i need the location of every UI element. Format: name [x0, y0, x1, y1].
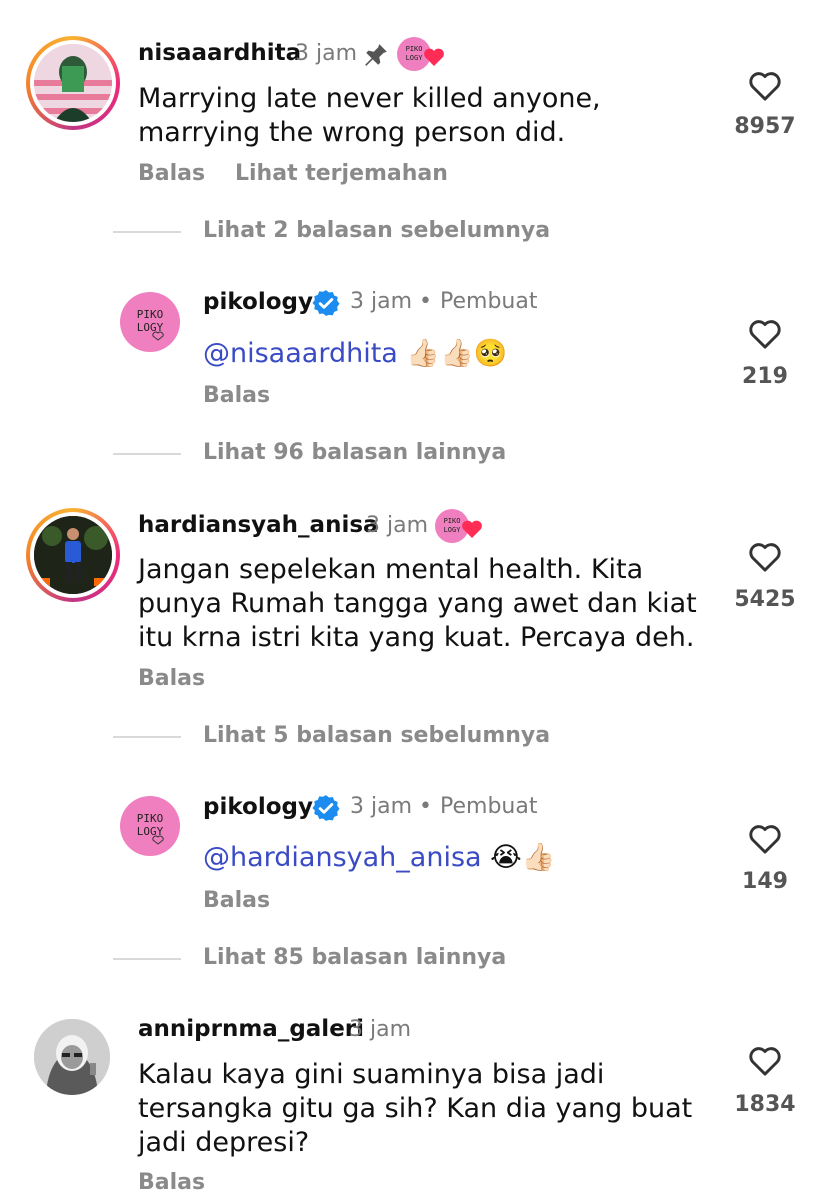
comment-text: @hardiansyah_anisa 😭👍🏻 — [203, 841, 555, 875]
comment-time: 3 jam — [295, 41, 358, 66]
avatar — [34, 516, 112, 594]
reply-button[interactable]: Balas — [138, 161, 205, 186]
like-count: 149 — [742, 869, 788, 894]
separator-dot: • — [419, 289, 432, 314]
comment-text: @nisaaardhita 👍🏻👍🏻🥺 — [203, 337, 507, 371]
reply-button[interactable]: Balas — [203, 383, 270, 408]
avatar[interactable] — [34, 1019, 110, 1095]
view-more-replies-button[interactable]: Lihat 96 balasan lainnya — [203, 440, 506, 465]
reply-button[interactable]: Balas — [203, 888, 270, 913]
heart-outline-icon[interactable] — [747, 318, 783, 354]
thread-divider — [113, 736, 181, 738]
comment-time: 3 jam — [366, 513, 429, 538]
emoji-text: 👍🏻👍🏻🥺 — [406, 338, 508, 369]
comment-text: Kalau kaya gini suaminya bisa jadi tersa… — [138, 1059, 693, 1158]
verified-badge-icon — [312, 794, 340, 826]
logo-line2: LOGY — [444, 526, 462, 534]
comment-text: Marrying late never killed anyone, marry… — [138, 83, 601, 148]
creator-label: Pembuat — [440, 289, 538, 314]
comment-username[interactable]: anniprnma_galeri — [138, 1016, 364, 1042]
see-translation-button[interactable]: Lihat terjemahan — [235, 161, 448, 186]
heart-outline-icon[interactable] — [747, 1045, 783, 1081]
thread-divider — [113, 231, 181, 233]
logo-line1: PIKO — [137, 308, 164, 321]
logo-line1: PIKO — [406, 45, 423, 53]
like-count: 1834 — [734, 1092, 796, 1117]
like-count: 5425 — [734, 587, 796, 612]
view-previous-replies-button[interactable]: Lihat 2 balasan sebelumnya — [203, 218, 550, 243]
mention-link[interactable]: @nisaaardhita — [203, 338, 398, 369]
heart-outline-icon[interactable] — [747, 70, 783, 106]
view-more-replies-button[interactable]: Lihat 85 balasan lainnya — [203, 945, 506, 970]
verified-badge-icon — [312, 289, 340, 321]
reply-button[interactable]: Balas — [138, 1170, 205, 1195]
creator-label: Pembuat — [440, 794, 538, 819]
comment-username[interactable]: pikology — [203, 794, 313, 820]
comment-username[interactable]: hardiansyah_anisa — [138, 512, 379, 538]
comment-username[interactable]: pikology — [203, 289, 313, 315]
thread-divider — [113, 958, 181, 960]
comment-username[interactable]: nisaaardhita — [138, 40, 301, 66]
logo-line1: PIKO — [137, 812, 164, 825]
thread-divider — [113, 453, 181, 455]
creator-liked-badge-icon: PIKO LOGY — [434, 508, 484, 548]
creator-liked-badge-icon: PIKO LOGY — [396, 36, 446, 76]
logo-line1: PIKO — [444, 517, 461, 525]
heart-outline-icon[interactable] — [747, 541, 783, 577]
logo-line2: LOGY — [406, 54, 424, 62]
avatar[interactable]: PIKO LOGY — [120, 292, 180, 352]
avatar — [34, 44, 112, 122]
pin-icon — [363, 42, 389, 72]
comment-time: 3 jam — [349, 1017, 412, 1042]
reply-button[interactable]: Balas — [138, 666, 205, 691]
comment-text: Jangan sepelekan mental health. Kita pun… — [138, 554, 697, 653]
heart-outline-icon[interactable] — [747, 823, 783, 859]
like-count: 8957 — [734, 114, 796, 139]
comment-time: 3 jam — [350, 289, 413, 314]
avatar-story-ring[interactable] — [26, 36, 120, 130]
emoji-text: 😭👍🏻 — [490, 842, 556, 873]
avatar-story-ring[interactable] — [26, 508, 120, 602]
like-count: 219 — [742, 364, 788, 389]
view-previous-replies-button[interactable]: Lihat 5 balasan sebelumnya — [203, 723, 550, 748]
mention-link[interactable]: @hardiansyah_anisa — [203, 842, 482, 873]
comment-time: 3 jam — [350, 794, 413, 819]
separator-dot: • — [419, 794, 432, 819]
avatar[interactable]: PIKO LOGY — [120, 796, 180, 856]
